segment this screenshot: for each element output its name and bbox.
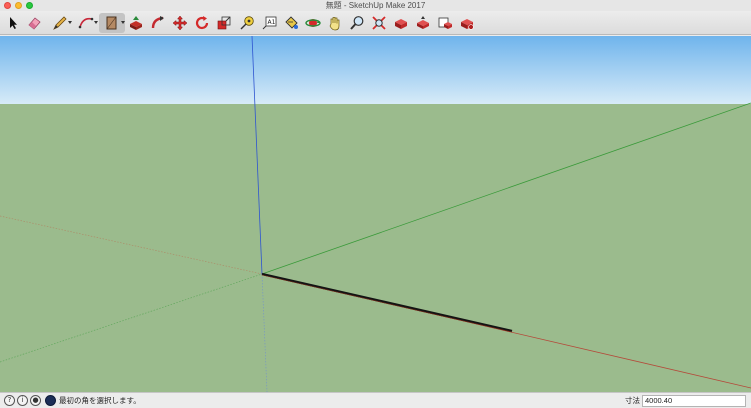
pan-hand-icon xyxy=(329,17,340,31)
arc-tool-button[interactable] xyxy=(74,13,98,33)
move-tool-button[interactable] xyxy=(170,13,190,33)
orbit-tool-button[interactable] xyxy=(303,13,323,33)
scale-icon xyxy=(217,16,231,30)
window-title: 無題 - SketchUp Make 2017 xyxy=(325,1,426,10)
pan-tool-button[interactable] xyxy=(325,13,345,33)
extension-warehouse-icon xyxy=(438,17,452,29)
extension-warehouse-tool-button[interactable] xyxy=(435,13,455,33)
title-bar: 無題 - SketchUp Make 2017 xyxy=(0,0,751,11)
sketchup-window: 無題 - SketchUp Make 2017 A1 ? i ● 最初の角を選択… xyxy=(0,0,751,408)
svg-text:A1: A1 xyxy=(268,19,276,26)
share-model-tool-button[interactable] xyxy=(413,13,433,33)
rectangle-icon xyxy=(106,16,117,30)
chevron-down-icon[interactable] xyxy=(68,21,72,24)
eraser-tool-button[interactable] xyxy=(24,13,44,33)
chevron-down-icon[interactable] xyxy=(94,21,98,24)
text-tool-button[interactable]: A1 xyxy=(259,13,279,33)
zoom-extents-tool-button[interactable] xyxy=(369,13,389,33)
status-message: 最初の角を選択します。 xyxy=(59,396,141,405)
chevron-down-icon[interactable] xyxy=(121,21,125,24)
arrow-cursor-icon xyxy=(10,17,17,29)
select-tool-button[interactable] xyxy=(3,13,23,33)
user-icon[interactable]: ● xyxy=(30,395,41,406)
layout-tool-button[interactable] xyxy=(457,13,477,33)
scene-canvas[interactable] xyxy=(0,36,751,392)
tape-measure-icon xyxy=(240,16,254,30)
rotate-tool-button[interactable] xyxy=(192,13,212,33)
ground xyxy=(0,104,751,392)
main-toolbar: A1 xyxy=(0,11,751,35)
tape-measure-tool-button[interactable] xyxy=(237,13,257,33)
paint-bucket-tool-button[interactable] xyxy=(281,13,301,33)
move-arrows-icon xyxy=(172,15,188,31)
rotate-icon xyxy=(195,16,209,30)
layout-icon xyxy=(461,19,474,30)
geo-location-icon[interactable] xyxy=(45,395,56,406)
magnifier-icon xyxy=(350,16,364,30)
push-pull-tool-button[interactable] xyxy=(126,13,146,33)
measurements-field[interactable]: 4000.40 xyxy=(642,395,746,407)
rectangle-tool-button[interactable] xyxy=(99,13,125,33)
push-pull-icon xyxy=(130,16,142,30)
sky xyxy=(0,36,751,104)
3d-warehouse-icon xyxy=(395,19,407,29)
text-icon: A1 xyxy=(262,16,277,30)
warehouse-tool-button[interactable] xyxy=(391,13,411,33)
status-bar: ? i ● 最初の角を選択します。 寸法 4000.40 xyxy=(0,392,751,408)
modeling-viewport[interactable] xyxy=(0,36,751,392)
credit-icon[interactable]: i xyxy=(17,395,28,406)
zoom-extents-icon xyxy=(372,16,386,30)
scale-tool-button[interactable] xyxy=(214,13,234,33)
zoom-tool-button[interactable] xyxy=(347,13,367,33)
eraser-icon xyxy=(28,17,41,30)
share-model-icon xyxy=(417,16,429,29)
pencil-icon xyxy=(53,16,67,30)
orbit-icon xyxy=(305,19,321,27)
paint-bucket-icon xyxy=(285,16,298,29)
help-icon[interactable]: ? xyxy=(4,395,15,406)
follow-me-tool-button[interactable] xyxy=(148,13,168,33)
follow-me-icon xyxy=(151,16,164,29)
measurements-label: 寸法 xyxy=(625,396,640,405)
arc-icon xyxy=(78,17,94,29)
line-tool-button[interactable] xyxy=(48,13,72,33)
